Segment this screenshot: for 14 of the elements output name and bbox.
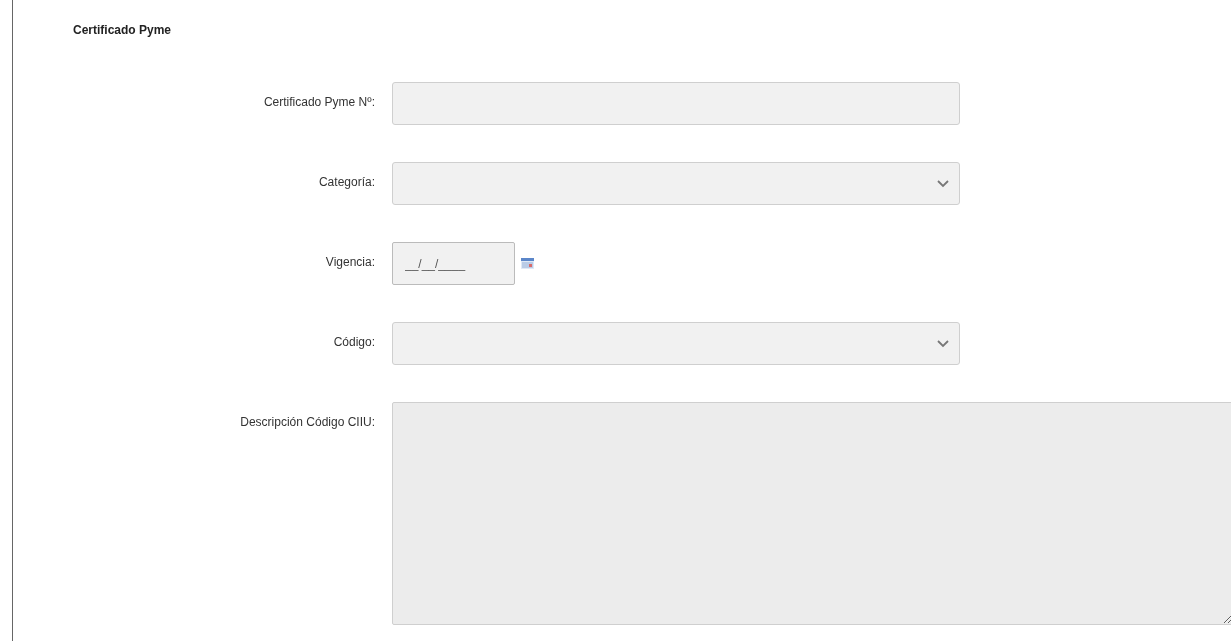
chevron-down-icon <box>937 179 949 188</box>
calendar-icon[interactable] <box>521 258 534 269</box>
chevron-down-icon <box>937 339 949 348</box>
dropdown[interactable] <box>392 322 960 365</box>
field-label: Código: <box>332 334 375 349</box>
field-label: Vigencia: <box>324 254 375 269</box>
dropdown[interactable] <box>392 162 960 205</box>
field-label: Descripción Código CIIU: <box>239 414 375 429</box>
date-field[interactable]: __/__/____ <box>392 242 515 285</box>
field-label: Certificado Pyme Nº: <box>262 94 375 109</box>
section-title: Certificado Pyme <box>73 23 173 39</box>
text-area[interactable] <box>392 402 1231 625</box>
input-field[interactable] <box>392 82 960 125</box>
field-label: Categoría: <box>317 174 375 189</box>
